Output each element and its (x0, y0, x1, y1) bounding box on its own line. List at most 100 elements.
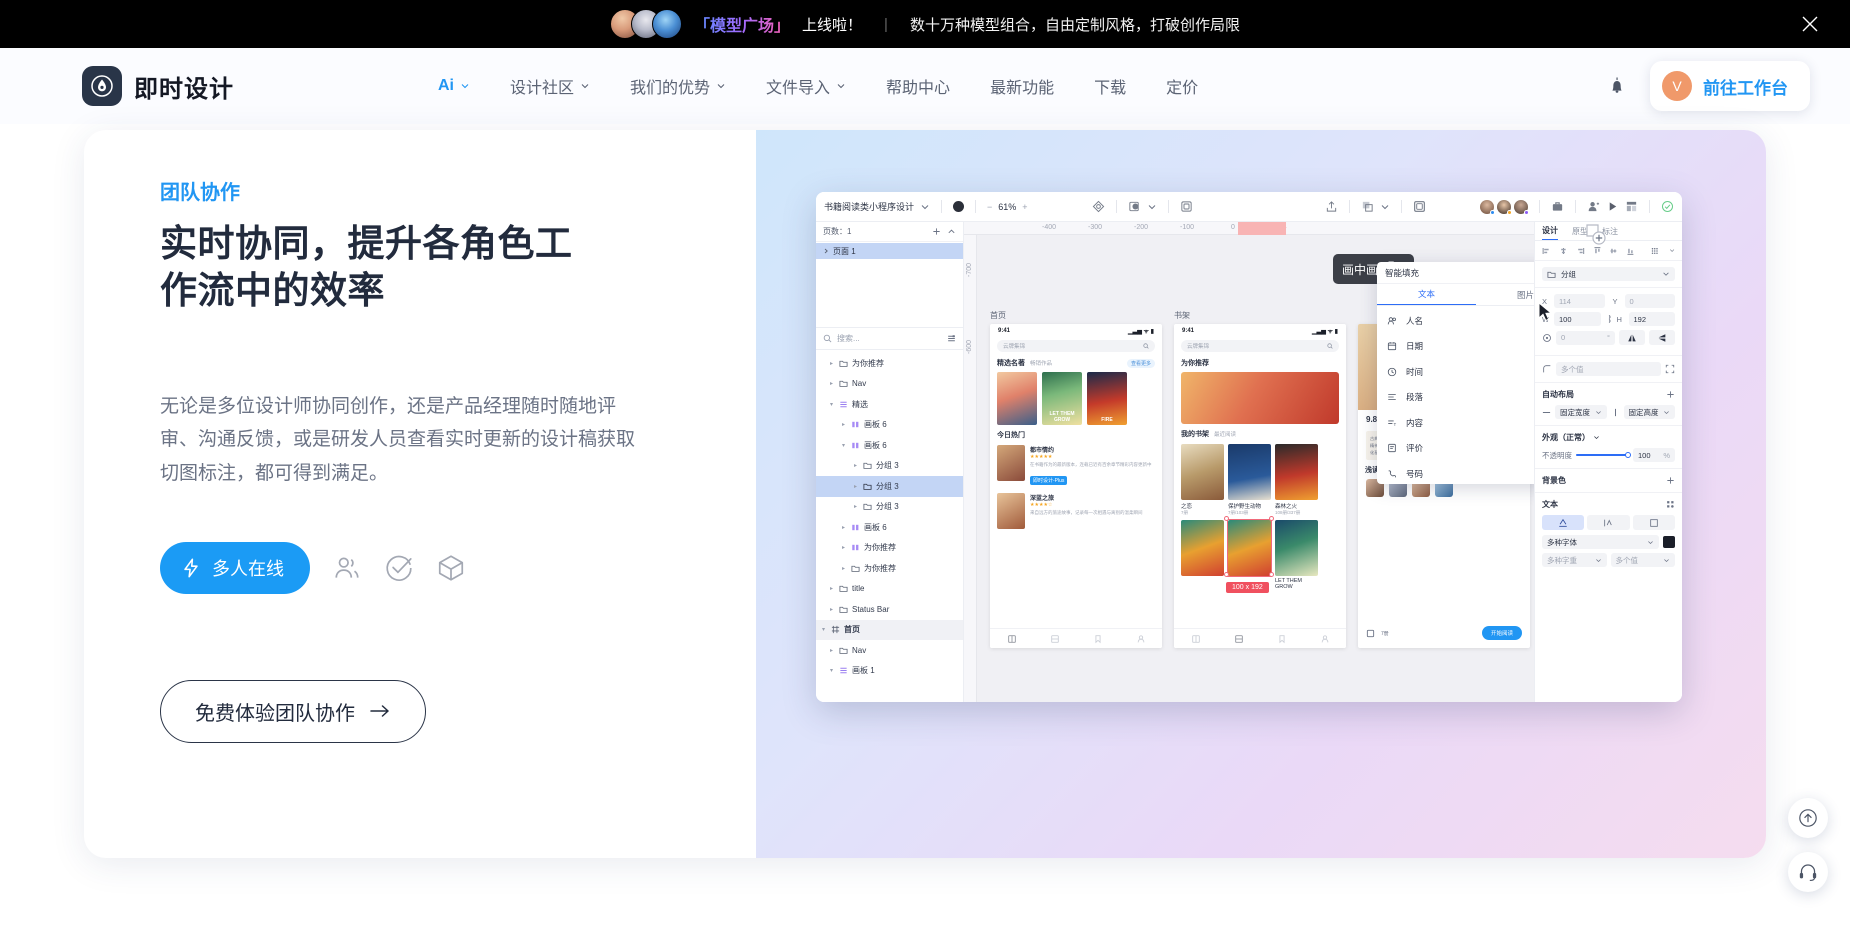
diamond-icon[interactable] (1092, 200, 1105, 213)
filter-icon[interactable] (947, 334, 956, 343)
chevron-down-icon[interactable] (1380, 202, 1390, 212)
smart-fill-item-time[interactable]: 时间 (1377, 359, 1534, 385)
font-size-dropdown[interactable]: 多个值 (1610, 553, 1675, 567)
text-box-button[interactable] (1632, 515, 1675, 530)
opacity-slider[interactable] (1576, 452, 1631, 458)
layer-row[interactable]: ▸ 分组 3 (816, 456, 963, 477)
smart-fill-item-content[interactable]: T 内容 (1377, 410, 1534, 436)
book-list-item[interactable]: 都市情约 ★★★★★ 在书籍作为的最新版本，连载已近有百余章节精彩内容更新中 即… (990, 442, 1162, 490)
layout-icon[interactable] (1625, 200, 1638, 213)
phone-search-bar[interactable]: 云牌集锦 (1181, 340, 1339, 352)
invite-user-icon[interactable] (1587, 200, 1600, 213)
flip-vertical-button[interactable] (1649, 330, 1675, 345)
chevron-down-icon[interactable] (1669, 247, 1675, 254)
layer-row[interactable]: ▸ 为你推荐 (816, 353, 963, 374)
plus-icon[interactable] (1666, 476, 1675, 485)
align-bottom-icon[interactable] (1626, 246, 1635, 256)
align-top-icon[interactable] (1593, 246, 1602, 256)
boolean-icon[interactable] (1361, 200, 1374, 213)
align-left-icon[interactable] (1542, 246, 1551, 256)
layer-row[interactable]: ▸ Status Bar (816, 599, 963, 620)
appearance-header[interactable]: 外观（正常） (1542, 432, 1675, 443)
smart-fill-item-name[interactable]: 人名 (1377, 308, 1534, 334)
bookmark-icon[interactable] (1277, 634, 1287, 644)
check-circle-icon[interactable] (384, 553, 414, 583)
support-button[interactable] (1788, 852, 1828, 892)
collaborator-avatar[interactable] (1514, 199, 1529, 215)
layer-row[interactable]: ▸ 为你推荐 (816, 538, 963, 559)
tab-annotation[interactable]: 标注 (1602, 222, 1618, 240)
layer-row[interactable]: ▸ title (816, 579, 963, 600)
tab-design[interactable]: 设计 (1542, 222, 1558, 240)
layer-row[interactable]: ▸ 分组 3 (816, 497, 963, 518)
tab-text[interactable]: 文本 (1377, 284, 1476, 305)
plus-icon[interactable] (1666, 390, 1675, 399)
nav-item-advantages[interactable]: 我们的优势 (610, 66, 746, 106)
distribute-icon[interactable] (1651, 246, 1661, 256)
align-right-icon[interactable] (1576, 246, 1585, 256)
nav-item-features[interactable]: 最新功能 (970, 66, 1074, 106)
collaborator-avatar[interactable] (1497, 199, 1512, 215)
component-frame-icon[interactable] (1413, 200, 1426, 213)
text-settings-icon[interactable] (1666, 500, 1675, 509)
layer-row[interactable]: ▾ 画板 6 (816, 435, 963, 456)
shelf-card[interactable]: LET THEM GROW (1275, 520, 1318, 590)
design-canvas[interactable]: -400 -300 -200 -100 0 114 -700 -600 画中画 (964, 222, 1534, 702)
frame-icon[interactable] (1180, 200, 1193, 213)
file-title[interactable]: 书籍阅读类小程序设计 (824, 200, 914, 213)
nav-item-file-import[interactable]: 文件导入 (746, 66, 866, 106)
layer-row[interactable]: ▸ 为你推荐 (816, 558, 963, 579)
artboard-shelf[interactable]: 书架 9:41 ▁▃▅ ᯤ ▮ 云牌集锦 为你推荐 我的书架 最近阅读 之恋 7… (1174, 310, 1346, 648)
collaborator-avatar[interactable] (1480, 199, 1495, 215)
height-input[interactable]: 192 (1628, 312, 1675, 326)
mask-icon[interactable] (1128, 200, 1141, 213)
rotation-input[interactable]: 0 ° (1556, 330, 1615, 345)
selection-handle[interactable] (1269, 516, 1274, 521)
book-icon[interactable] (1191, 634, 1201, 644)
opacity-input[interactable]: 100 % (1633, 448, 1675, 462)
user-icon[interactable] (1320, 634, 1330, 644)
close-icon[interactable] (1798, 12, 1822, 36)
bookmark-icon[interactable] (1093, 634, 1103, 644)
align-center-v-icon[interactable] (1609, 246, 1618, 256)
people-icon[interactable] (332, 553, 362, 583)
corner-radius-input[interactable]: 多个值 (1556, 362, 1661, 376)
width-input[interactable]: 100 (1554, 312, 1601, 326)
briefcase-icon[interactable] (1551, 200, 1564, 213)
selection-handle[interactable] (1224, 516, 1229, 521)
book-cover[interactable]: FIRE (1087, 372, 1127, 425)
layer-row[interactable]: ▾ 精选 (816, 394, 963, 415)
tab-prototype[interactable]: 原型 (1572, 222, 1588, 240)
font-weight-dropdown[interactable]: 多种字重 (1542, 553, 1607, 567)
height-mode-dropdown[interactable]: 固定高度 (1623, 405, 1675, 419)
multiplayer-online-pill[interactable]: 多人在线 (160, 541, 310, 594)
book-list-item[interactable]: 深蓝之旅 ★★★★☆ 来自远方的旅途故事，记录每一次相遇与离别的温柔瞬间 (990, 490, 1162, 532)
shelf-card[interactable]: 之恋 7册 (1181, 444, 1224, 516)
smart-fill-item-phone[interactable]: 号码 (1377, 461, 1534, 484)
featured-banner[interactable] (1174, 370, 1346, 426)
phone-search-bar[interactable]: 云牌集锦 (997, 340, 1155, 352)
export-icon[interactable] (1325, 200, 1338, 213)
text-align-button[interactable] (1587, 515, 1630, 530)
link-icon[interactable] (1605, 314, 1613, 324)
shelf-card-selected[interactable]: 100 x 192 (1224, 516, 1274, 593)
y-input[interactable]: 0 (1624, 294, 1675, 308)
chevron-down-icon[interactable] (920, 202, 930, 212)
layer-row[interactable]: ▾ 画板 1 (816, 661, 963, 682)
layer-row[interactable]: ▸ 画板 6 (816, 415, 963, 436)
brand-logo-link[interactable]: 即时设计 (82, 66, 234, 106)
smart-fill-item-review[interactable]: 评价 (1377, 436, 1534, 462)
chevron-down-icon[interactable] (1147, 202, 1157, 212)
nav-item-pricing[interactable]: 定价 (1146, 66, 1218, 106)
font-family-dropdown[interactable]: 多种字体 (1542, 535, 1659, 549)
layer-row[interactable]: ▸ 画板 6 (816, 517, 963, 538)
tab-image[interactable]: 图片 (1476, 284, 1534, 305)
layer-search-input[interactable]: 搜索... (816, 328, 963, 350)
cube-icon[interactable] (436, 553, 466, 583)
flip-horizontal-button[interactable] (1619, 330, 1645, 345)
play-icon[interactable] (1606, 200, 1619, 213)
more-badge[interactable]: 查看更多 (1126, 358, 1155, 368)
layer-row-selected[interactable]: ▸ 分组 3 (816, 476, 963, 497)
nav-item-ai[interactable]: Ai (418, 66, 490, 106)
align-center-h-icon[interactable] (1559, 246, 1568, 256)
